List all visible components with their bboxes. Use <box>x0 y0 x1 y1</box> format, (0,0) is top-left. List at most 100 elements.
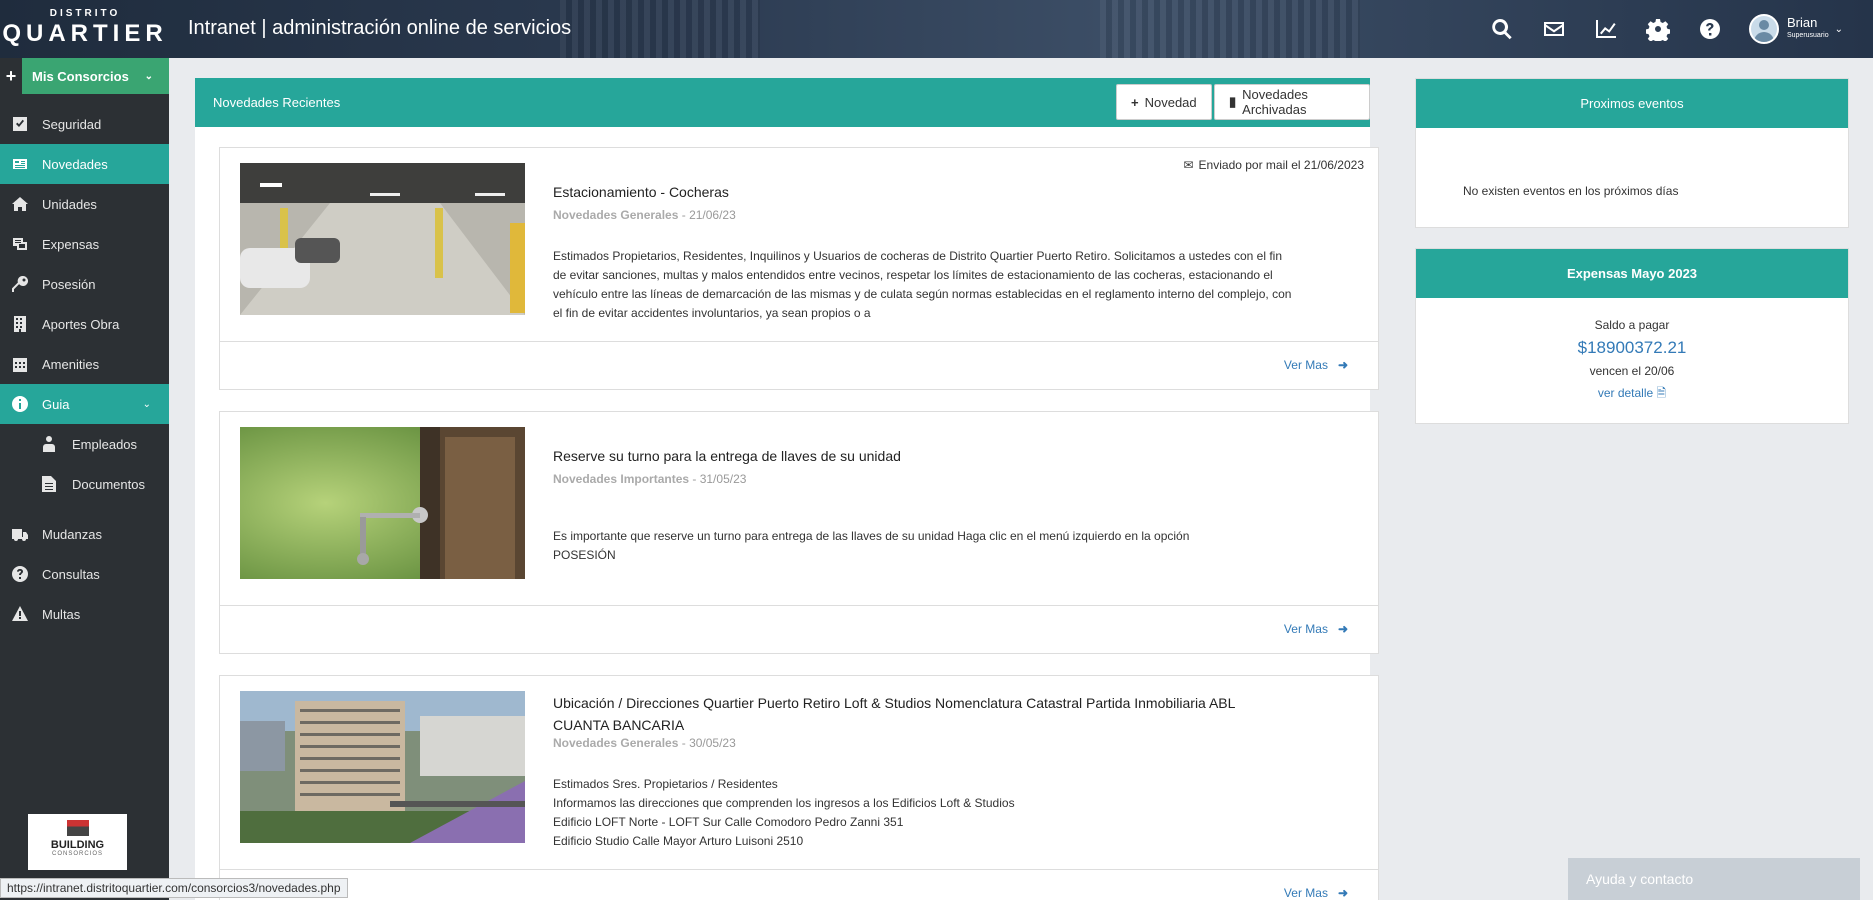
news-card-footer: Ver Mas ➜ <box>220 869 1378 900</box>
calendar-icon <box>12 356 28 372</box>
search-icon[interactable] <box>1485 12 1519 46</box>
arrow-right-icon: ➜ <box>1337 358 1348 372</box>
chevron-down-icon: ⌄ <box>1834 23 1843 35</box>
book-icon: ▮ <box>1229 94 1237 109</box>
news-excerpt-line: Informamos las direcciones que comprende… <box>553 796 1015 810</box>
news-date: - 31/05/23 <box>689 472 747 486</box>
sidebar-item-posesion[interactable]: Posesión <box>0 264 169 304</box>
sidebar-item-multas[interactable]: Multas <box>0 594 169 634</box>
sidebar-item-documentos[interactable]: Documentos <box>0 464 169 504</box>
expensas-panel: Expensas Mayo 2023 Saldo a pagar $189003… <box>1415 248 1849 424</box>
news-card: Reserve su turno para la entrega de llav… <box>219 411 1379 654</box>
news-excerpt-line: Estimados Sres. Propietarios / Residente… <box>553 777 778 791</box>
sidebar-item-label: Documentos <box>72 476 145 492</box>
truck-icon <box>12 526 28 542</box>
chevron-down-icon: ⌄ <box>142 398 151 410</box>
mis-consorcios-toggle[interactable]: + Mis Consorcios ⌄ <box>0 58 169 94</box>
document-icon <box>42 476 56 492</box>
news-card: Ubicación / Direcciones Quartier Puerto … <box>219 675 1379 900</box>
plus-icon[interactable]: + <box>0 58 22 94</box>
sidebar-item-mudanzas[interactable]: Mudanzas <box>0 514 169 554</box>
news-date: - 30/05/23 <box>678 736 736 750</box>
add-novedad-label: Novedad <box>1144 94 1197 110</box>
key-icon <box>12 276 28 292</box>
news-meta: Novedades Generales - 30/05/23 <box>553 736 736 750</box>
distrito-quartier-logo[interactable]: DISTRITO QUARTIER <box>0 0 170 58</box>
news-excerpt-line: Edificio LOFT Norte - LOFT Sur Calle Com… <box>553 815 904 829</box>
mail-icon: ✉ <box>1183 158 1194 172</box>
pdf-icon: 🗎 <box>1656 386 1667 400</box>
news-card-footer: Ver Mas ➜ <box>220 341 1378 389</box>
top-bar: DISTRITO QUARTIER Intranet | administrac… <box>0 0 1873 58</box>
user-name: Brian <box>1786 15 1818 30</box>
news-icon <box>12 156 28 172</box>
news-category: Novedades Generales <box>553 736 679 750</box>
building-logo-icon <box>66 820 89 836</box>
news-title[interactable]: Reserve su turno para la entrega de llav… <box>553 445 1273 467</box>
add-novedad-button[interactable]: + Novedad <box>1116 84 1212 120</box>
sidebar-item-label: Expensas <box>42 236 100 252</box>
app-title: Intranet | administración online de serv… <box>188 17 572 39</box>
novedades-panel: Novedades Recientes + Novedad ▮ Novedade… <box>195 78 1379 900</box>
door-key-image[interactable] <box>240 427 525 579</box>
user-block: Brian Superusuario <box>1787 16 1829 42</box>
news-title[interactable]: Estacionamiento - Cocheras <box>553 181 1273 203</box>
events-empty-text: No existen eventos en los próximos días <box>1463 184 1679 198</box>
check-square-icon <box>12 116 28 132</box>
sidebar-item-novedades[interactable]: Novedades <box>0 144 169 184</box>
mail-icon[interactable] <box>1537 12 1571 46</box>
home-icon <box>12 196 28 212</box>
chevron-down-icon: ⌄ <box>144 70 153 82</box>
sidebar-item-label: Guia <box>42 396 70 412</box>
parking-garage-image[interactable] <box>240 163 525 315</box>
saldo-amount: $18900372.21 <box>1577 338 1687 357</box>
sidebar-item-label: Posesión <box>42 276 96 292</box>
sidebar-item-aportes-obra[interactable]: Aportes Obra <box>0 304 169 344</box>
building-icon <box>12 316 28 332</box>
email-sent-info: ✉ Enviado por mail el 21/06/2023 <box>1183 158 1364 172</box>
chart-icon[interactable] <box>1589 12 1623 46</box>
ver-mas-label: Ver Mas <box>1283 622 1328 636</box>
ver-mas-link[interactable]: Ver Mas ➜ <box>1284 358 1348 372</box>
sidebar-item-label: Aportes Obra <box>42 316 120 332</box>
user-menu[interactable]: Brian Superusuario ⌄ <box>1748 14 1843 44</box>
news-excerpt: Estimados Sres. Propietarios / Residente… <box>553 775 1293 851</box>
sidebar-item-guia[interactable]: Guia ⌄ <box>0 384 169 424</box>
sidebar-item-empleados[interactable]: Empleados <box>0 424 169 464</box>
email-sent-label: Enviado por mail el 21/06/2023 <box>1198 158 1364 172</box>
archived-news-button[interactable]: ▮ Novedades Archivadas <box>1214 84 1370 120</box>
building-logo-name: BUILDING <box>50 839 105 851</box>
news-excerpt: Es importante que reserve un turno para … <box>553 529 1190 562</box>
ver-mas-label: Ver Mas <box>1283 886 1328 900</box>
ver-mas-link[interactable]: Ver Mas ➜ <box>1284 622 1348 636</box>
sidebar-item-seguridad[interactable]: Seguridad <box>0 104 169 144</box>
mis-consorcios-label: Mis Consorcios <box>32 68 129 84</box>
sidebar-item-unidades[interactable]: Unidades <box>0 184 169 224</box>
sidebar-item-expensas[interactable]: Expensas <box>0 224 169 264</box>
user-role: Superusuario <box>1786 32 1829 39</box>
building-aerial-image[interactable] <box>240 691 525 843</box>
news-card-footer: Ver Mas ➜ <box>220 605 1378 653</box>
novedades-header: Novedades Recientes + Novedad ▮ Novedade… <box>195 78 1370 127</box>
panel-title: Novedades Recientes <box>213 95 341 110</box>
sidebar-item-label: Multas <box>42 606 81 622</box>
sidebar-item-amenities[interactable]: Amenities <box>0 344 169 384</box>
expensas-title: Expensas Mayo 2023 <box>1416 249 1848 298</box>
header-background-2 <box>1100 0 1360 58</box>
expensas-body: Saldo a pagar $18900372.21 vencen el 20/… <box>1416 298 1848 423</box>
building-logo-sub: CONSORCIOS <box>51 851 103 857</box>
news-category: Novedades Importantes <box>553 472 690 486</box>
help-contact-button[interactable]: Ayuda y contacto <box>1568 858 1860 900</box>
ver-detalle-link[interactable]: ver detalle 🗎 <box>1416 384 1848 405</box>
news-meta: Novedades Generales - 21/06/23 <box>553 208 736 222</box>
sidebar-item-consultas[interactable]: Consultas <box>0 554 169 594</box>
news-card: ✉ Enviado por mail el 21/06/2023 Estacio… <box>219 147 1379 390</box>
events-body: No existen eventos en los próximos días <box>1416 128 1848 227</box>
logo-small-text: DISTRITO <box>49 8 121 19</box>
news-title[interactable]: Ubicación / Direcciones Quartier Puerto … <box>553 692 1273 736</box>
help-icon[interactable] <box>1693 12 1727 46</box>
news-category: Novedades Generales <box>553 208 679 222</box>
sidebar: + Mis Consorcios ⌄ Seguridad Novedades U… <box>0 58 169 900</box>
ver-mas-link[interactable]: Ver Mas ➜ <box>1284 886 1348 900</box>
gear-icon[interactable] <box>1641 12 1675 46</box>
